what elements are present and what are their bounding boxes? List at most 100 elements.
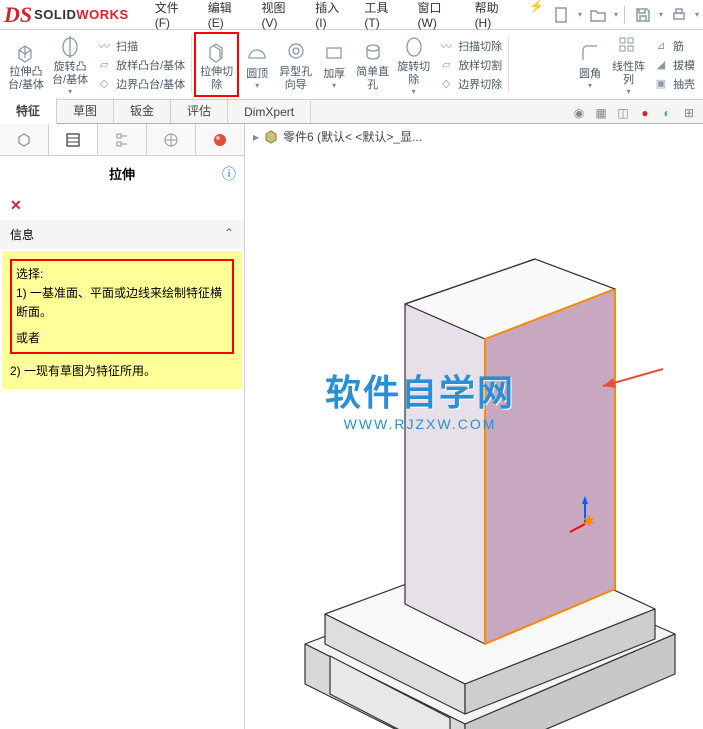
ribbon-extrude[interactable]: 拉伸凸 台/基体	[4, 32, 48, 97]
panel-tab-dimxpert[interactable]	[147, 124, 196, 155]
chevron-down-icon: ▾	[68, 87, 72, 96]
ribbon-boundcut[interactable]: ◇边界切除	[436, 75, 504, 93]
panel-tab-property[interactable]	[49, 124, 98, 155]
logo-solid: SOLID	[34, 7, 76, 22]
qat-open-icon[interactable]	[586, 3, 610, 27]
model-area[interactable]: 软件自学网 WWW.RJZXW.COM ✱	[245, 154, 703, 729]
watermark-main: 软件自学网	[325, 364, 515, 416]
panel-tab-feature-tree[interactable]	[0, 124, 49, 155]
tabbar: 特征 草图 钣金 评估 DimXpert ◉ ▦ ◫ ● ◐ ⊞	[0, 100, 703, 124]
logo-mark-icon: DS	[4, 2, 32, 28]
panel-tab-appearance[interactable]	[196, 124, 244, 155]
dome-icon	[243, 39, 271, 67]
boundary-icon: ◇	[96, 76, 112, 92]
render-icon[interactable]: ⊞	[679, 103, 699, 123]
panel-header: 拉伸 ⓘ	[0, 156, 244, 191]
ribbon-cut[interactable]: 拉伸切 除	[194, 32, 239, 97]
ribbon-stack-2: 〰扫描切除 ▱放样切割 ◇边界切除	[434, 32, 506, 97]
info-box: 选择: 1) 一基准面、平面或边线来绘制特征横断面。 或者 2) 一现有草图为特…	[2, 251, 242, 389]
ribbon-revolve[interactable]: 旋转凸 台/基体 ▾	[48, 32, 92, 97]
quick-access-toolbar: ▾ ▾ ▾ ▾	[550, 3, 699, 27]
ribbon-draft[interactable]: ◢拔模	[651, 56, 697, 74]
menu-view[interactable]: 视图(V)	[256, 0, 308, 34]
qat-print-icon[interactable]	[667, 3, 691, 27]
ribbon-stack-1: 〰扫描 ▱放样凸台/基体 ◇边界凸台/基体	[92, 32, 189, 97]
left-panel: 拉伸 ⓘ ✕ 信息 ⌃ 选择: 1) 一基准面、平面或边线来绘制特征横断面。 或…	[0, 124, 245, 729]
chevron-down-icon: ▾	[626, 87, 630, 96]
tab-dimxpert[interactable]: DimXpert	[228, 101, 311, 123]
breadcrumb-part[interactable]: 零件6 (默认< <默认>_显...	[283, 128, 422, 145]
workspace: 拉伸 ⓘ ✕ 信息 ⌃ 选择: 1) 一基准面、平面或边线来绘制特征横断面。 或…	[0, 124, 703, 729]
ribbon-sweptcut[interactable]: 〰扫描切除	[436, 37, 504, 55]
draft-icon: ◢	[653, 57, 669, 73]
menu-insert[interactable]: 插入(I)	[309, 0, 356, 34]
section-icon[interactable]: ◫	[613, 103, 633, 123]
app-logo: DS SOLIDWORKS	[4, 2, 129, 28]
ribbon-shell[interactable]: ▣抽壳	[651, 75, 697, 93]
svg-text:✱: ✱	[583, 513, 595, 529]
tab-eval[interactable]: 评估	[171, 98, 228, 123]
help-icon[interactable]: ⓘ	[222, 164, 236, 184]
watermark: 软件自学网 WWW.RJZXW.COM	[325, 364, 515, 432]
ribbon-swept[interactable]: 〰扫描	[94, 37, 187, 55]
origin-triad-icon: ✱	[565, 494, 605, 534]
scene-icon[interactable]: ◐	[657, 103, 677, 123]
watermark-url: WWW.RJZXW.COM	[325, 416, 515, 432]
ribbon-rib[interactable]: ⊿筋	[651, 37, 697, 55]
revcut-icon	[400, 34, 428, 60]
info-section-header[interactable]: 信息 ⌃	[0, 220, 244, 249]
tab-sketch[interactable]: 草图	[57, 98, 114, 123]
tab-sheet[interactable]: 钣金	[114, 98, 171, 123]
chevron-down-icon: ▾	[332, 81, 336, 90]
chevron-down-icon: ▾	[588, 81, 592, 90]
sweptcut-icon: 〰	[438, 38, 454, 54]
ribbon-thicken[interactable]: 加厚 ▾	[316, 32, 352, 97]
ribbon-boundary[interactable]: ◇边界凸台/基体	[94, 75, 187, 93]
chevron-down-icon: ▾	[412, 87, 416, 96]
thicken-icon	[320, 39, 348, 67]
simple-hole-icon	[359, 37, 387, 65]
ribbon-loft[interactable]: ▱放样凸台/基体	[94, 56, 187, 74]
ribbon-pattern[interactable]: 线性阵 列 ▾	[608, 32, 649, 97]
ribbon-hole[interactable]: 异型孔 向导	[275, 32, 316, 97]
extrude-icon	[12, 37, 40, 65]
panel-title: 拉伸	[109, 164, 135, 183]
breadcrumb-arrow-icon[interactable]: ▸	[253, 130, 259, 144]
swept-icon: 〰	[96, 38, 112, 54]
loftcut-icon: ▱	[438, 57, 454, 73]
ribbon-loftcut[interactable]: ▱放样切割	[436, 56, 504, 74]
menu-help[interactable]: 帮助(H)	[469, 0, 521, 34]
option-2: 2) 一现有草图为特征所用。	[10, 362, 234, 381]
view-orientation-icon[interactable]: ◉	[569, 103, 589, 123]
side-toolbar: ◉ ▦ ◫ ● ◐ ⊞	[569, 103, 703, 123]
part-icon	[263, 129, 279, 145]
or-label: 或者	[16, 329, 228, 348]
ribbon-fillet[interactable]: 圆角 ▾	[572, 32, 608, 97]
ribbon-dome[interactable]: 圆顶 ▾	[239, 32, 275, 97]
menu-tools[interactable]: 工具(T)	[358, 0, 409, 34]
appearance-icon[interactable]: ●	[635, 103, 655, 123]
viewport[interactable]: ▸ 零件6 (默认< <默认>_显...	[245, 124, 703, 729]
menu-edit[interactable]: 编辑(E)	[202, 0, 254, 34]
panel-tab-config[interactable]	[98, 124, 147, 155]
qat-save-icon[interactable]	[631, 3, 655, 27]
select-label: 选择:	[16, 265, 228, 284]
ribbon-simple[interactable]: 简单直 孔	[352, 32, 393, 97]
close-button[interactable]: ✕	[0, 191, 244, 220]
menu-file[interactable]: 文件(F)	[149, 0, 200, 34]
menu-items: 文件(F) 编辑(E) 视图(V) 插入(I) 工具(T) 窗口(W) 帮助(H…	[149, 0, 550, 34]
tab-feature[interactable]: 特征	[0, 98, 57, 124]
red-arrow-icon	[588, 364, 668, 394]
ribbon-revcut[interactable]: 旋转切 除 ▾	[393, 32, 434, 97]
menu-window[interactable]: 窗口(W)	[412, 0, 467, 34]
menu-search[interactable]: ⚡	[523, 0, 550, 34]
qat-new-icon[interactable]	[550, 3, 574, 27]
rib-icon: ⊿	[653, 38, 669, 54]
revolve-icon	[56, 34, 84, 60]
pattern-icon	[615, 34, 643, 60]
option-1: 1) 一基准面、平面或边线来绘制特征横断面。	[16, 284, 228, 322]
display-style-icon[interactable]: ▦	[591, 103, 611, 123]
model-3d	[275, 194, 695, 729]
shell-icon: ▣	[653, 76, 669, 92]
fillet-icon	[576, 39, 604, 67]
